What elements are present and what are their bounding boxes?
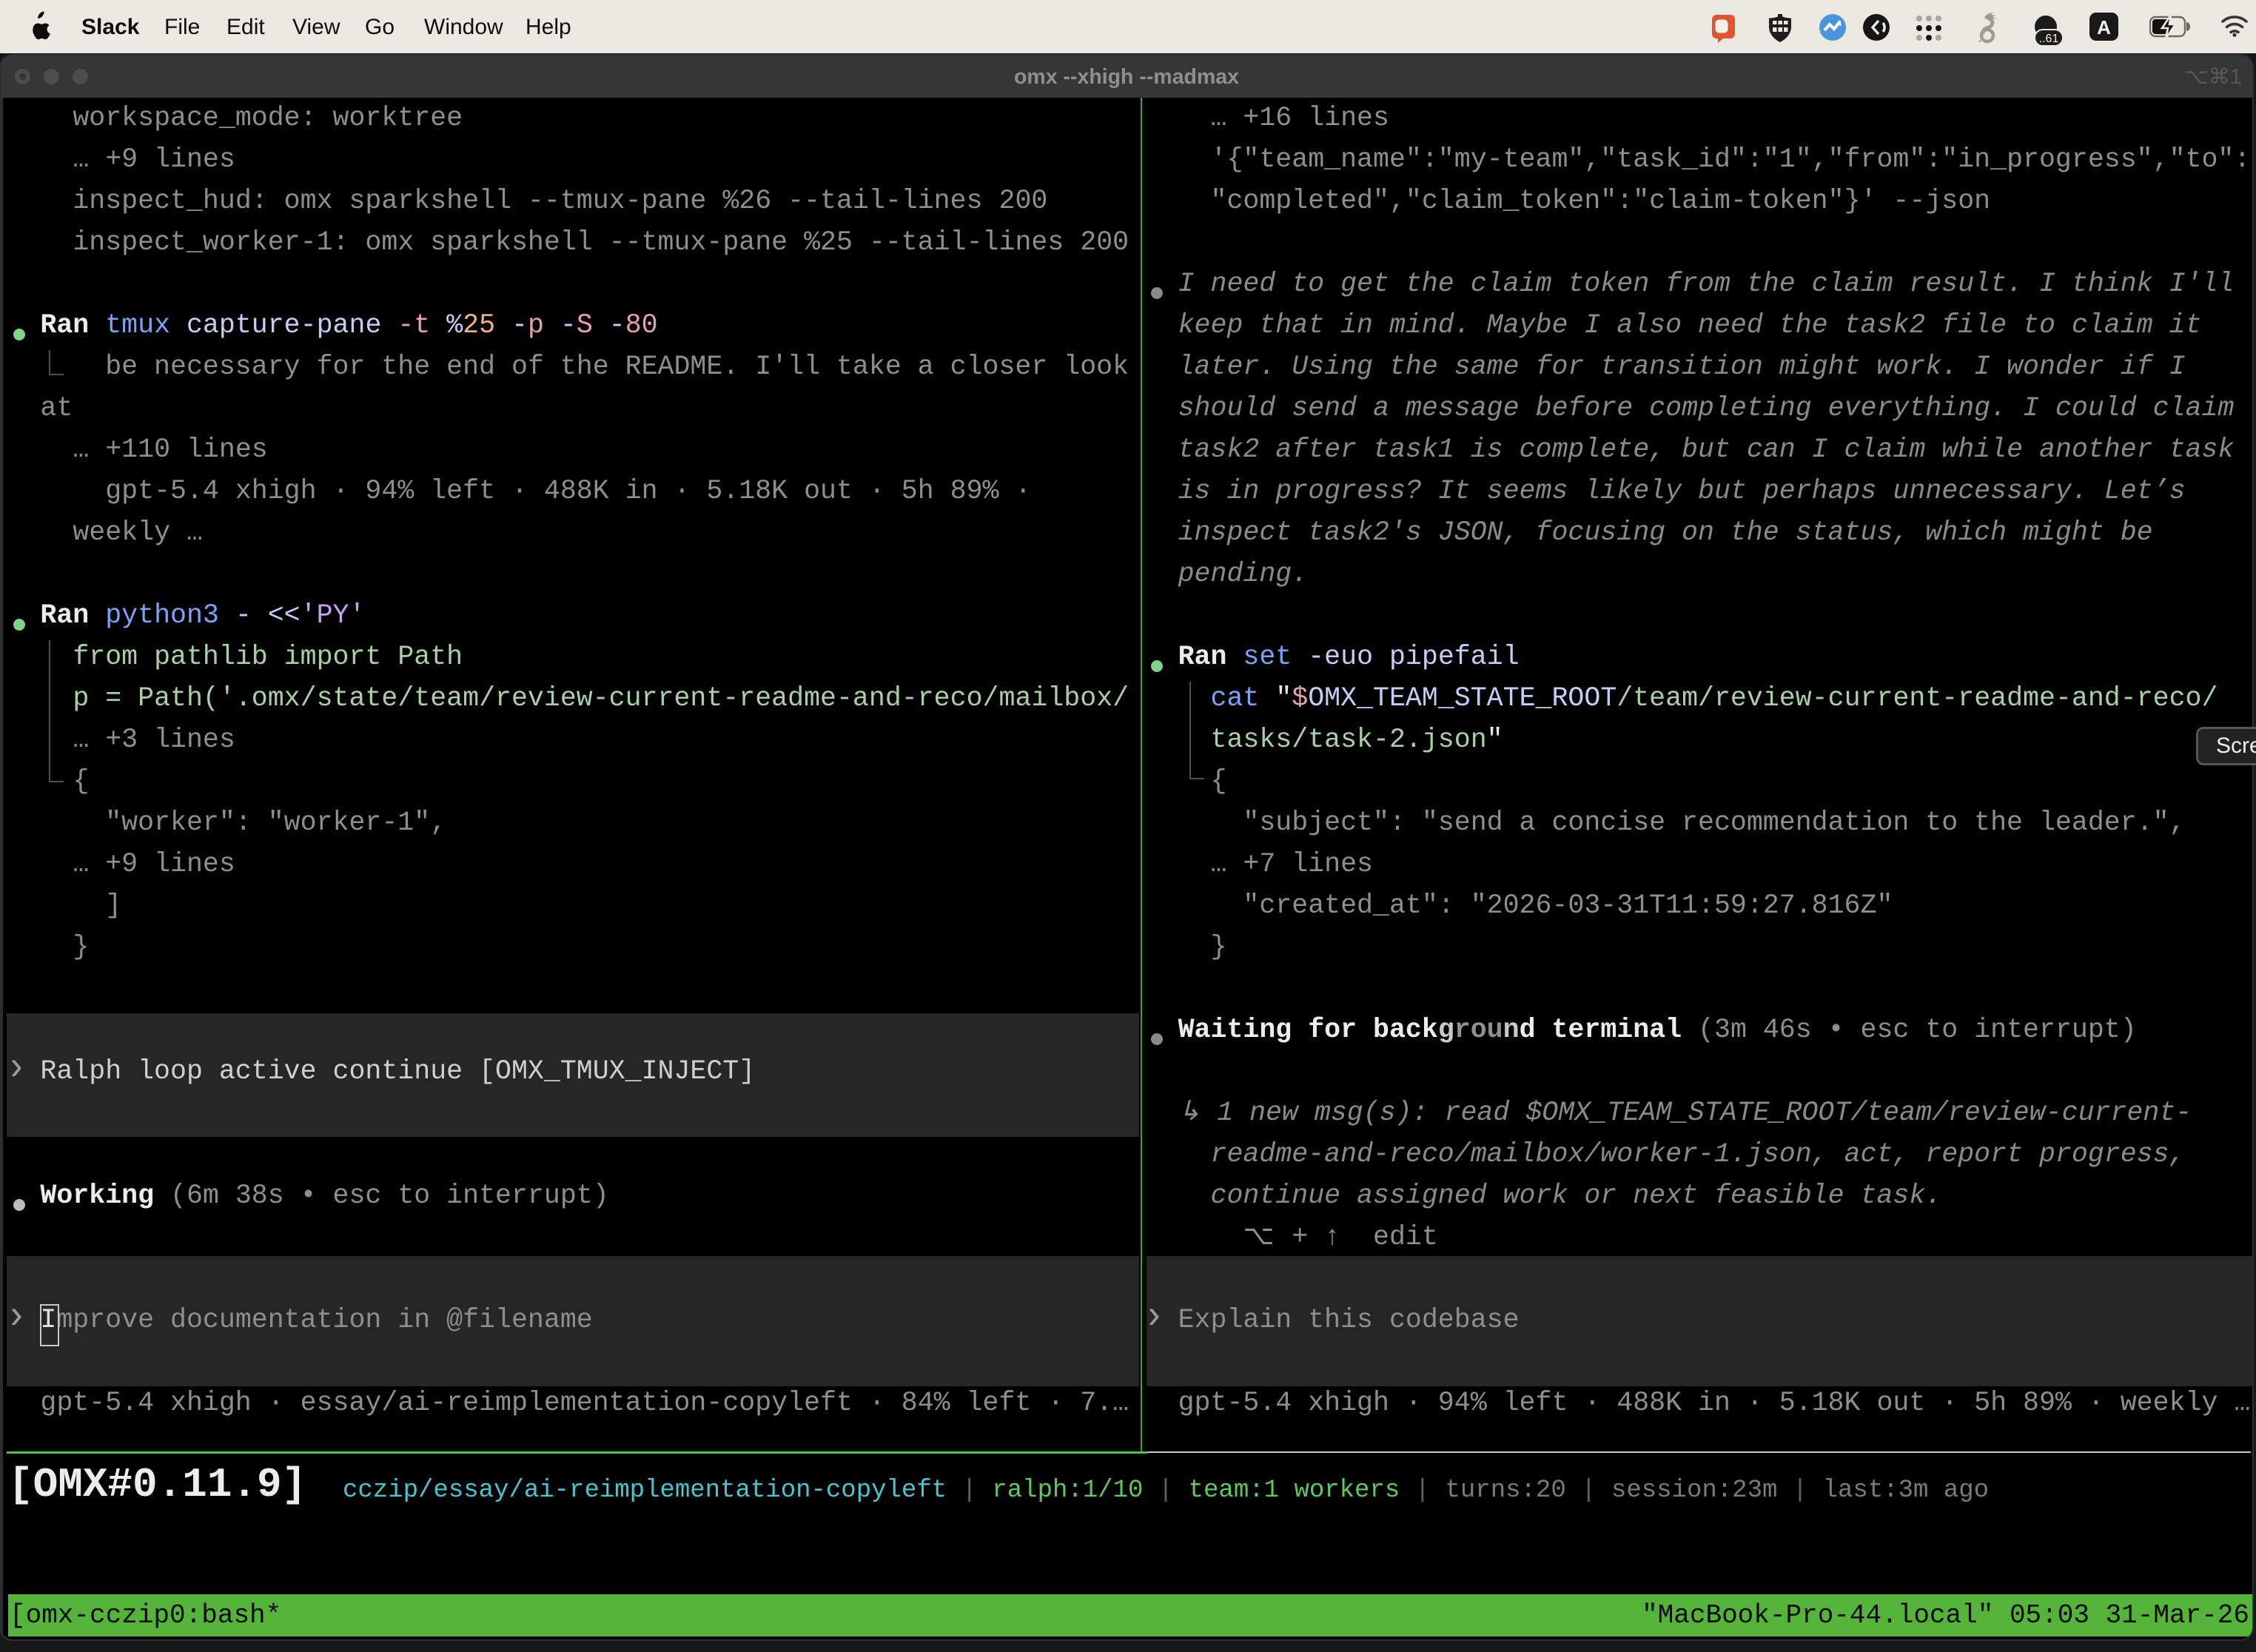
svg-text:..61: ..61: [2039, 33, 2059, 45]
svg-text:A: A: [2097, 16, 2111, 38]
